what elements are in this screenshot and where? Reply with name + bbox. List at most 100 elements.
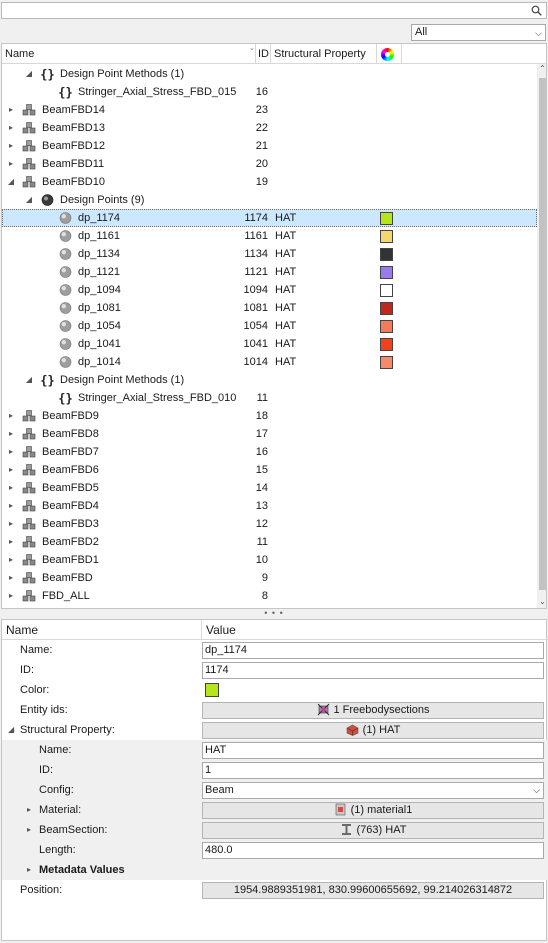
tree-row[interactable]: dp_1121 1121 HAT (2, 263, 537, 281)
expand-arrow-icon[interactable]: ▸ (6, 461, 16, 479)
fbd-icon (22, 139, 37, 153)
color-swatch[interactable] (380, 320, 393, 333)
fbd-icon (22, 571, 37, 585)
color-swatch[interactable] (380, 266, 393, 279)
search-input[interactable] (1, 2, 547, 19)
filter-dropdown[interactable]: All ⌵ (411, 24, 546, 41)
tree-row[interactable]: dp_1014 1014 HAT (2, 353, 537, 371)
tree-row[interactable]: {} Stringer_Axial_Stress_FBD_010 11 (2, 389, 537, 407)
prop-sp-beamsection-label: BeamSection: (39, 824, 108, 836)
tree-row[interactable]: ▸ BeamFBD12 21 (2, 137, 537, 155)
collapse-arrow-icon[interactable]: ◢ (24, 65, 34, 83)
collapse-arrow-icon[interactable]: ◢ (8, 720, 14, 740)
tree-row[interactable]: dp_1041 1041 HAT (2, 335, 537, 353)
tree-row[interactable]: dp_1174 1174 HAT (2, 209, 537, 227)
props-column-name[interactable]: Name (2, 620, 202, 640)
entity-ids-button[interactable]: 1 Freebodysections (202, 702, 544, 719)
tree-row[interactable]: ▸ FBD_ALL 8 (2, 587, 537, 605)
sphere-icon (58, 319, 73, 333)
expand-arrow-icon[interactable]: ▸ (6, 101, 16, 119)
scroll-up-icon[interactable]: ⌃ (537, 64, 546, 76)
expand-arrow-icon[interactable]: ▸ (6, 425, 16, 443)
tree-row[interactable]: dp_1134 1134 HAT (2, 245, 537, 263)
prop-color-swatch[interactable] (205, 683, 219, 697)
tree-row[interactable]: ▸ BeamFBD2 11 (2, 533, 537, 551)
expand-arrow-icon[interactable]: ▸ (6, 407, 16, 425)
tree-row[interactable]: ◢ Design Points (9) (2, 191, 537, 209)
tree-row[interactable]: ▸ BeamFBD13 22 (2, 119, 537, 137)
material-button[interactable]: (1) material1 (202, 802, 544, 819)
prop-name-field[interactable]: dp_1174 (202, 642, 544, 659)
collapse-arrow-icon[interactable]: ◢ (24, 371, 34, 389)
tree-row[interactable]: ▸ BeamFBD14 23 (2, 101, 537, 119)
tree-row[interactable]: ▸ BeamFBD 9 (2, 569, 537, 587)
column-header-color[interactable] (377, 44, 402, 64)
expand-arrow-icon[interactable]: ▸ (27, 820, 31, 840)
column-header-name[interactable]: Name (2, 44, 256, 64)
color-swatch[interactable] (380, 230, 393, 243)
config-select[interactable]: Beam ⌵ (202, 782, 544, 799)
tree-row[interactable]: ▸ BeamFBD8 17 (2, 425, 537, 443)
expand-arrow-icon[interactable]: ▸ (6, 515, 16, 533)
pane-splitter[interactable]: • • • (0, 609, 548, 619)
column-header-id[interactable]: ID (256, 44, 271, 64)
color-swatch[interactable] (380, 356, 393, 369)
tree-row[interactable]: ▸ BeamFBD11 20 (2, 155, 537, 173)
collapse-arrow-icon[interactable]: ◢ (6, 173, 16, 191)
prop-row-structural-property[interactable]: ◢ Structural Property: (1) HAT (2, 720, 548, 740)
expand-arrow-icon[interactable]: ▸ (6, 587, 16, 605)
tree-row[interactable]: dp_1094 1094 HAT (2, 281, 537, 299)
prop-id-label: ID: (20, 664, 35, 676)
column-header-structural-property[interactable]: Structural Property (271, 44, 377, 64)
expand-arrow-icon[interactable]: ▸ (6, 137, 16, 155)
position-field[interactable]: 1954.9889351981, 830.99600655692, 99.214… (202, 882, 544, 899)
tree-row[interactable]: dp_1054 1054 HAT (2, 317, 537, 335)
prop-id-field[interactable]: 1174 (202, 662, 544, 679)
tree-row[interactable]: ▸ BeamFBD7 16 (2, 443, 537, 461)
tree-scrollbar[interactable]: ⌃ ⌄ (537, 64, 546, 608)
expand-arrow-icon[interactable]: ▸ (27, 800, 31, 820)
tree-row[interactable]: ◢ {} Design Point Methods (1) (2, 371, 537, 389)
tree-row[interactable]: ▸ BeamFBD9 18 (2, 407, 537, 425)
scrollbar-thumb[interactable] (539, 78, 546, 590)
tree-row[interactable]: {} Stringer_Axial_Stress_FBD_015 16 (2, 83, 537, 101)
prop-sp-name-field[interactable]: HAT (202, 742, 544, 759)
beamsection-button[interactable]: (763) HAT (202, 822, 544, 839)
expand-arrow-icon[interactable]: ▸ (6, 479, 16, 497)
expand-arrow-icon[interactable]: ▸ (6, 443, 16, 461)
expand-arrow-icon[interactable]: ▸ (6, 155, 16, 173)
tree-row[interactable]: ◢ BeamFBD10 19 (2, 173, 537, 191)
collapse-arrow-icon[interactable]: ◢ (24, 191, 34, 209)
tree-row[interactable]: ▸ BeamFBD4 13 (2, 497, 537, 515)
expand-arrow-icon[interactable]: ▸ (6, 551, 16, 569)
scroll-down-icon[interactable]: ⌄ (537, 597, 546, 608)
tree-row-name: dp_1134 (78, 248, 121, 260)
tree-row[interactable]: ▸ BeamFBD3 12 (2, 515, 537, 533)
color-swatch[interactable] (380, 248, 393, 261)
prop-row-metadata[interactable]: ▸ Metadata Values (2, 860, 548, 880)
color-swatch[interactable] (380, 338, 393, 351)
tree-row[interactable]: ▸ BeamFBD5 14 (2, 479, 537, 497)
prop-sp-id-field[interactable]: 1 (202, 762, 544, 779)
expand-arrow-icon[interactable]: ▸ (6, 533, 16, 551)
color-swatch[interactable] (380, 284, 393, 297)
expand-arrow-icon[interactable]: ▸ (6, 497, 16, 515)
expand-arrow-icon[interactable]: ▸ (27, 860, 31, 880)
prop-row-entity-ids: Entity ids: 1 Freebodysections (2, 700, 548, 720)
expand-arrow-icon[interactable]: ▸ (6, 119, 16, 137)
tree-row[interactable]: ▸ BeamFBD1 10 (2, 551, 537, 569)
tree-row[interactable]: dp_1161 1161 HAT (2, 227, 537, 245)
tree-row[interactable]: ▸ BeamFBD6 15 (2, 461, 537, 479)
prop-sp-length-field[interactable]: 480.0 (202, 842, 544, 859)
tree-row[interactable]: ◢ {} Design Point Methods (1) (2, 65, 537, 83)
tree-row-id: 1121 (244, 266, 268, 278)
entity-tree[interactable]: Name ⌄ ID Structural Property ◢ {} Design … (1, 43, 547, 609)
tree-row-id: 20 (255, 158, 268, 170)
expand-arrow-icon[interactable]: ▸ (6, 569, 16, 587)
search-icon[interactable] (531, 5, 542, 16)
color-swatch[interactable] (380, 212, 393, 225)
tree-row[interactable]: dp_1081 1081 HAT (2, 299, 537, 317)
color-swatch[interactable] (380, 302, 393, 315)
props-column-value[interactable]: Value (202, 620, 548, 640)
structural-property-button[interactable]: (1) HAT (202, 722, 544, 739)
